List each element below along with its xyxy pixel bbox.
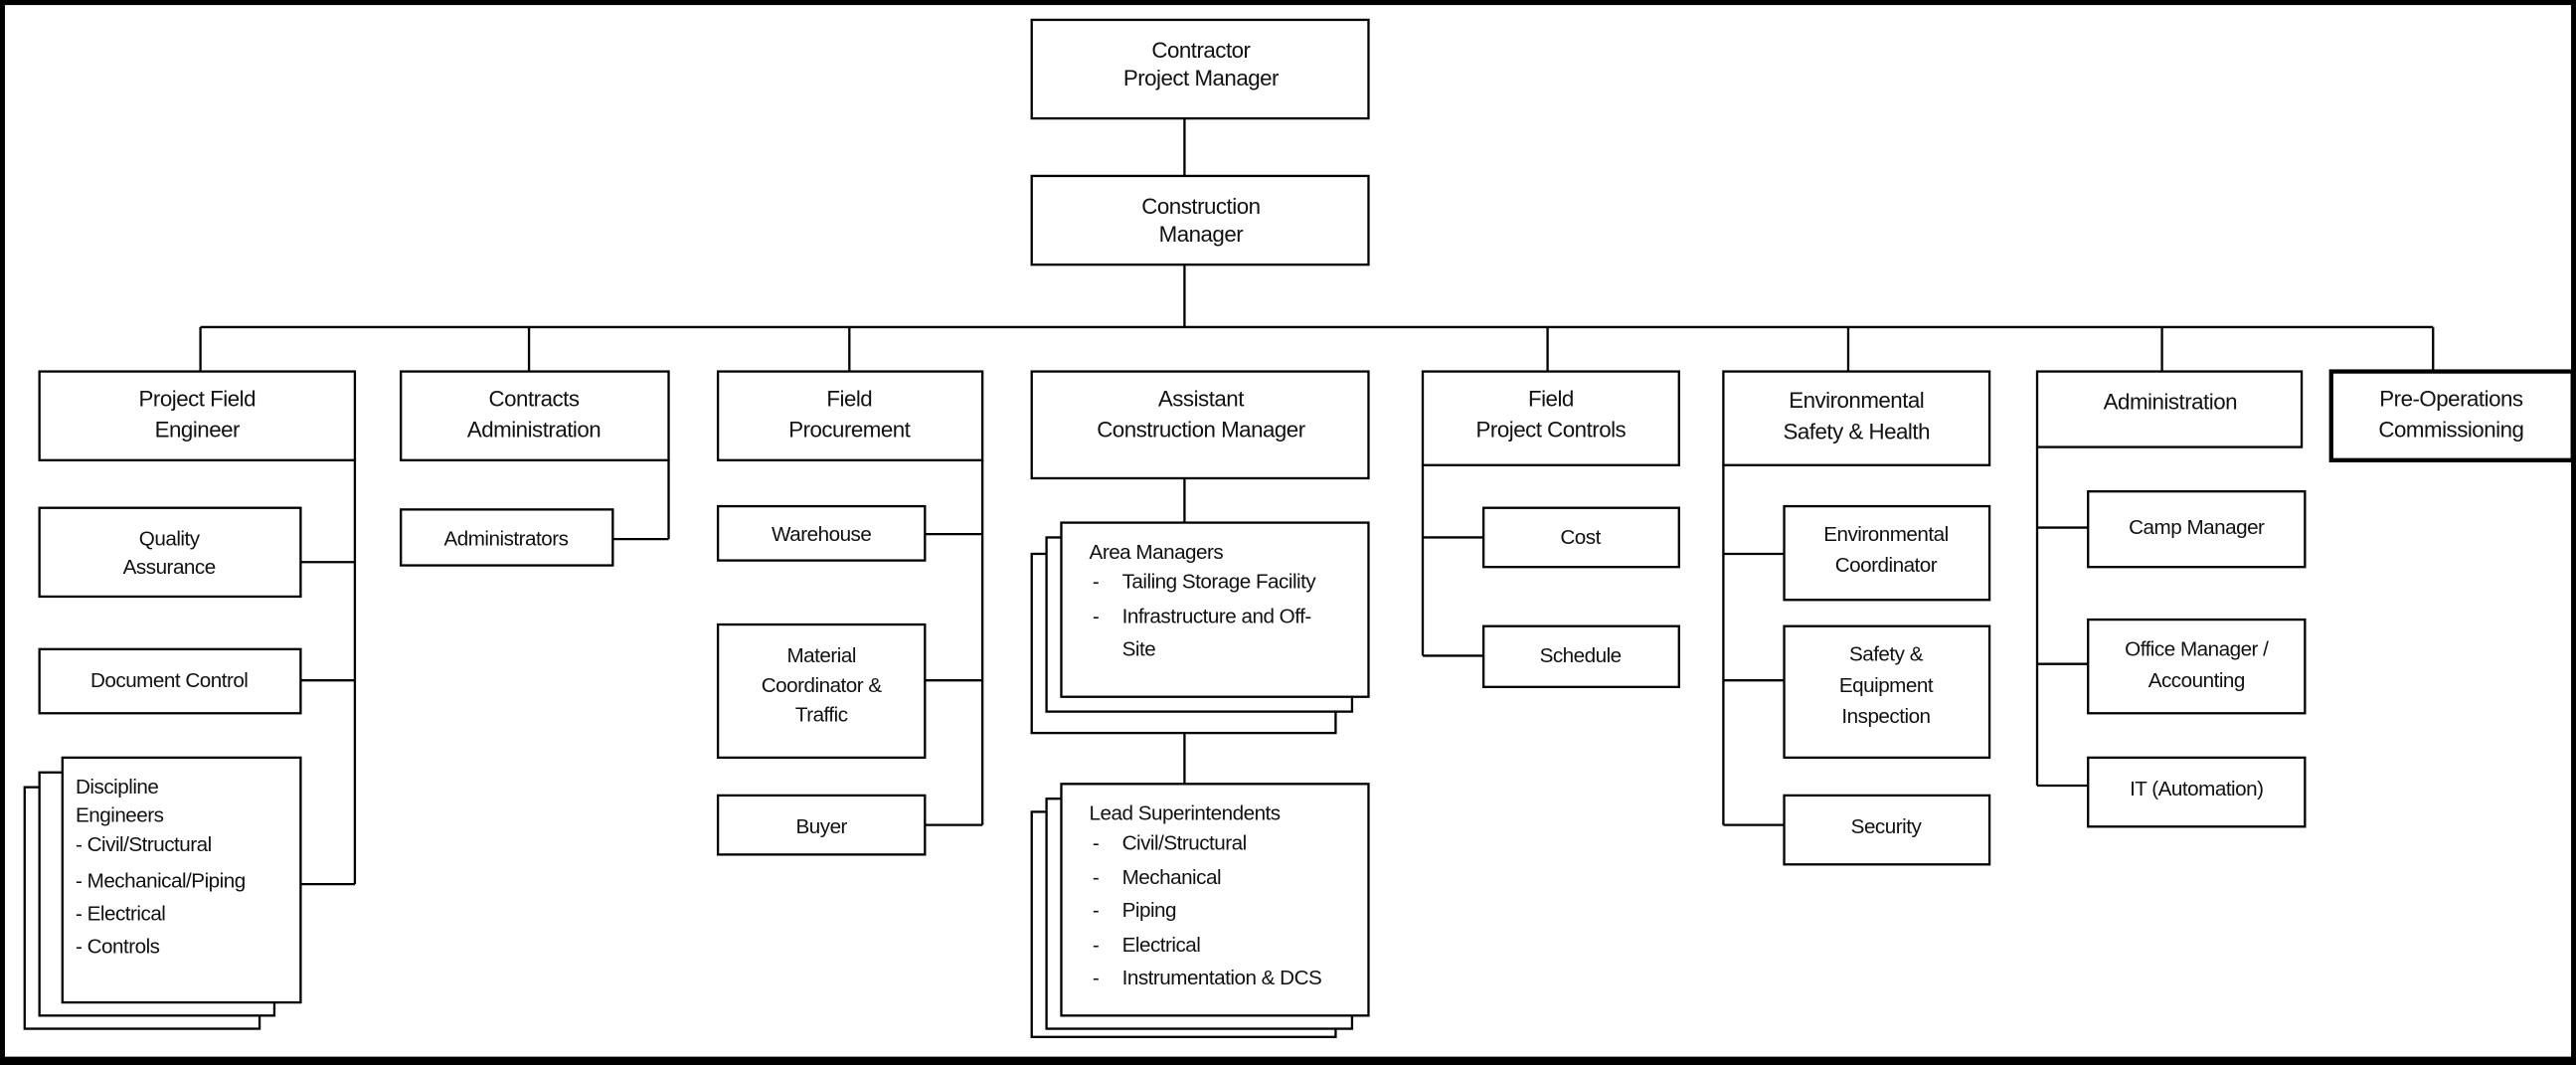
quality-assurance-box: Quality Assurance [38,506,302,599]
box-label: Contracts [489,386,580,411]
box-label: Field [826,386,872,411]
box-label: Safety & Health [1783,419,1930,444]
box-label: Coordinator & [762,674,883,697]
contracts-administration-box: Contracts Administration [400,370,670,461]
pre-operations-commissioning-box: Pre-Operations Commissioning [2328,369,2575,462]
box-label: Administration [2104,390,2237,415]
buyer-box: Buyer [716,794,927,856]
box-label: Field [1528,386,1574,411]
area-managers-stack: Area Managers - Tailing Storage Facility… [1030,521,1370,735]
office-manager-accounting-box: Office Manager / Accounting [2087,618,2307,715]
box-label: Environmental [1789,388,1924,413]
contractor-project-manager-box: Contractor Project Manager [1030,18,1370,120]
box-label: Coordinator [1835,554,1938,577]
list-item: Instrumentation & DCS [1122,967,1322,989]
box-label: Construction Manager [1097,418,1306,443]
discipline-engineers-stack: Discipline Engineers - Civil/Structural … [23,756,302,1030]
construction-manager-box: Construction Manager [1030,174,1370,266]
box-label: Procurement [788,418,911,443]
bullet: - [1093,866,1099,889]
bullet: - [1093,831,1099,854]
security-box: Security [1783,794,1991,866]
box-label: Quality [139,528,201,551]
assistant-construction-manager-box: Assistant Construction Manager [1030,370,1370,480]
administrators-box: Administrators [400,508,614,567]
box-label: Cost [1560,526,1601,549]
svg-text:Project Manager: Project Manager [1123,66,1280,90]
list-item: - Mechanical/Piping [76,869,246,892]
box-label: Pre-Operations [2379,386,2523,411]
box-label: Environmental [1823,523,1949,546]
camp-manager-box: Camp Manager [2087,490,2307,569]
box-label: Administrators [443,528,568,551]
box-label: Safety & [1849,642,1924,665]
box-label: Warehouse [772,523,871,546]
box-label: Document Control [90,669,248,692]
bullet: - [1093,934,1099,957]
box-label: Manager [1159,222,1245,247]
list-item: - Controls [76,936,160,959]
field-procurement-box: Field Procurement [716,370,984,461]
box-label: Equipment [1839,674,1934,697]
list-item: Piping [1122,899,1176,922]
environmental-coordinator-box: Environmental Coordinator [1783,504,1991,602]
box-label: Accounting [2148,669,2245,692]
box-label: Area Managers [1090,541,1224,564]
it-automation-box: IT (Automation) [2087,756,2307,828]
bullet: - [1093,899,1099,922]
box-label: Schedule [1540,644,1622,667]
svg-text:Construction: Construction [1141,194,1260,219]
list-item: - Electrical [76,902,165,925]
box-label: Administration [467,418,601,443]
org-chart: Contractor Project Manager Construction … [4,5,2575,1057]
list-item: Tailing Storage Facility [1122,571,1317,594]
box-label: Engineer [155,418,241,443]
box-label: Buyer [795,815,847,838]
box-label: Engineers [76,803,164,826]
bullet: - [1093,605,1099,627]
box-label: Assistant [1158,386,1245,411]
cost-box: Cost [1481,506,1680,569]
list-item: Mechanical [1122,866,1221,889]
bullet: - [1093,967,1099,989]
box-label: Lead Superintendents [1090,802,1281,825]
list-item: Site [1122,637,1156,660]
box-label: Security [1851,815,1923,838]
box-label: Contractor [1151,38,1251,63]
schedule-box: Schedule [1481,624,1680,688]
svg-text:Manager: Manager [1159,222,1245,247]
safety-equipment-inspection-box: Safety & Equipment Inspection [1783,624,1991,760]
box-label: Project Manager [1123,66,1280,90]
box-label: Material [786,644,855,667]
box-label: Commissioning [2378,418,2523,443]
box-label: Assurance [123,556,216,579]
box-label: Office Manager / [2125,637,2269,660]
box-label: Project Controls [1476,418,1627,443]
environmental-safety-health-box: Environmental Safety & Health [1722,370,1991,466]
list-item: Electrical [1122,934,1201,957]
box-label: Project Field [139,386,256,411]
field-project-controls-box: Field Project Controls [1421,370,1680,466]
box-label: Traffic [795,704,848,727]
material-coordinator-box: Material Coordinator & Traffic [716,622,927,760]
box-label: IT (Automation) [2130,778,2263,800]
project-field-engineer-box: Project Field Engineer [38,370,357,461]
document-control-box: Document Control [38,647,302,715]
administration-box: Administration [2035,370,2304,448]
warehouse-box: Warehouse [716,504,927,562]
list-item: Civil/Structural [1122,831,1247,854]
box-label: Inspection [1841,705,1930,728]
box-label: Construction [1141,194,1260,219]
bullet: - [1093,571,1099,594]
box-label: Camp Manager [2129,516,2265,539]
lead-superintendents-stack: Lead Superintendents - Civil/Structural … [1030,783,1370,1038]
svg-text:Contractor: Contractor [1151,38,1251,63]
list-item: Infrastructure and Off- [1122,605,1311,627]
box-label: Discipline [76,776,158,799]
list-item: - Civil/Structural [76,833,212,856]
